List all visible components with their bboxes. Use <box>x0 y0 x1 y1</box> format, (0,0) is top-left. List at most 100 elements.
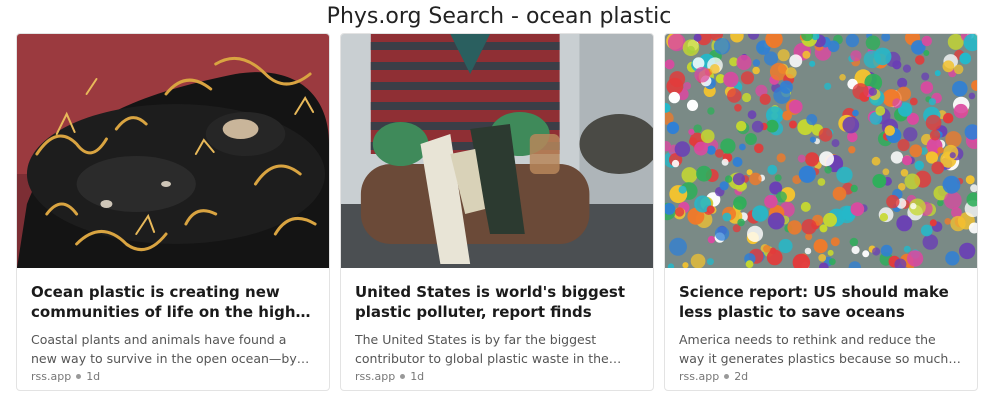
bottle-cap-shape <box>777 49 790 62</box>
bottle-cap-shape <box>818 127 833 142</box>
bottle-cap-shape <box>779 80 793 94</box>
bottle-cap-shape <box>872 174 887 188</box>
bottle-cap-shape <box>749 172 762 186</box>
bottle-cap-shape <box>804 247 812 255</box>
bottle-cap-shape <box>868 87 878 96</box>
bottle-cap-shape <box>937 199 944 207</box>
bottle-cap-shape <box>852 109 859 117</box>
bottle-cap-shape <box>671 159 680 168</box>
bottle-cap-shape <box>848 146 856 154</box>
bottle-cap-shape <box>678 185 687 194</box>
bottle-cap-shape <box>665 59 675 70</box>
bottle-cap-shape <box>802 50 811 59</box>
bottle-cap-shape <box>809 136 817 143</box>
bottle-cap-shape <box>694 66 710 83</box>
bottle-cap-shape <box>674 207 685 217</box>
bottle-cap-shape <box>920 224 933 237</box>
bottle-cap-shape <box>669 71 686 88</box>
bottle-caps-image <box>665 34 977 268</box>
bottle-cap-shape <box>910 202 917 210</box>
results-grid: Ocean plastic is creating new communitie… <box>16 33 980 391</box>
bottle-cap-shape <box>727 88 742 103</box>
bottle-cap-shape <box>752 59 761 67</box>
bottle-cap-shape <box>909 144 923 158</box>
bottle-cap-shape <box>921 72 930 81</box>
card-image-person-plastic[interactable] <box>341 34 653 268</box>
bottle-cap-shape <box>851 245 860 255</box>
bottle-cap-shape <box>942 112 954 124</box>
card-title[interactable]: Ocean plastic is creating new communitie… <box>31 282 315 322</box>
bottle-cap-shape <box>681 167 698 184</box>
result-card[interactable]: Ocean plastic is creating new communitie… <box>16 33 330 391</box>
bottle-cap-shape <box>849 237 859 247</box>
bottle-cap-shape <box>714 149 724 158</box>
bottle-cap-shape <box>823 212 837 227</box>
bottle-cap-shape <box>798 165 816 183</box>
bottle-cap-shape <box>682 39 700 56</box>
bottle-cap-shape <box>942 60 955 73</box>
bottle-cap-shape <box>774 174 782 182</box>
bottle-cap-shape <box>842 116 860 134</box>
bottle-cap-shape <box>776 153 786 163</box>
bottle-cap-shape <box>896 215 913 232</box>
bottle-cap-shape <box>669 237 687 256</box>
bottle-cap-shape <box>744 133 757 145</box>
bottle-cap-shape <box>879 213 889 222</box>
bottle-cap-shape <box>902 155 913 166</box>
bottle-cap-shape <box>719 181 729 191</box>
bottle-cap-shape <box>865 35 881 51</box>
bottle-cap-shape <box>674 141 691 157</box>
bottle-cap-shape <box>959 242 976 260</box>
bottle-cap-shape <box>696 165 712 182</box>
bottle-cap-shape <box>944 191 962 210</box>
bottle-cap-shape <box>767 164 778 175</box>
bottle-cap-shape <box>736 54 752 71</box>
bottle-cap-shape <box>944 218 952 225</box>
bottle-cap-shape <box>788 99 803 114</box>
bottle-cap-shape <box>968 92 976 100</box>
card-title[interactable]: Science report: US should make less plas… <box>679 282 963 322</box>
separator-dot-icon <box>400 374 406 379</box>
bottle-cap-shape <box>965 175 975 185</box>
bottle-cap-shape <box>949 152 956 159</box>
bottle-cap-shape <box>914 55 925 65</box>
result-card[interactable]: Science report: US should make less plas… <box>664 33 978 391</box>
bottle-cap-shape <box>931 161 945 175</box>
bottle-cap-shape <box>914 160 925 171</box>
bottle-cap-shape <box>706 258 714 266</box>
bottle-cap-shape <box>928 98 936 106</box>
bottle-cap-shape <box>929 129 941 141</box>
card-title[interactable]: United States is world's biggest plastic… <box>355 282 639 322</box>
bottle-cap-shape <box>886 194 900 209</box>
bottle-cap-shape <box>871 156 881 166</box>
card-image-bottle-caps[interactable] <box>665 34 977 268</box>
person-plastic-image <box>341 34 653 268</box>
bottle-cap-shape <box>787 220 802 235</box>
bottle-cap-shape <box>709 64 720 74</box>
bottle-cap-shape <box>688 128 695 135</box>
bottle-cap-shape <box>813 239 828 254</box>
bottle-cap-shape <box>683 82 692 90</box>
bottle-cap-shape <box>713 37 731 55</box>
bottle-cap-shape <box>714 226 730 241</box>
bottle-cap-shape <box>809 60 816 67</box>
bottle-cap-shape <box>764 194 778 209</box>
bottle-cap-shape <box>828 258 836 266</box>
bottle-cap-shape <box>690 253 706 268</box>
bottle-cap-shape <box>880 244 893 257</box>
bottle-cap-shape <box>890 151 904 164</box>
bottle-cap-shape <box>789 120 797 129</box>
bottle-cap-shape <box>693 124 702 133</box>
card-image-seaweed-debris[interactable] <box>17 34 329 268</box>
bottle-cap-shape <box>785 67 797 79</box>
bottle-cap-shape <box>700 129 715 144</box>
bottle-cap-shape <box>872 247 881 256</box>
result-card[interactable]: United States is world's biggest plastic… <box>340 33 654 391</box>
card-source: rss.app <box>31 370 72 383</box>
bottle-cap-shape <box>929 219 937 227</box>
separator-dot-icon <box>724 374 730 379</box>
bottle-cap-shape <box>920 81 934 94</box>
bottle-cap-shape <box>778 238 793 254</box>
bottle-cap-shape <box>942 175 961 194</box>
bottle-cap-shape <box>827 249 834 256</box>
